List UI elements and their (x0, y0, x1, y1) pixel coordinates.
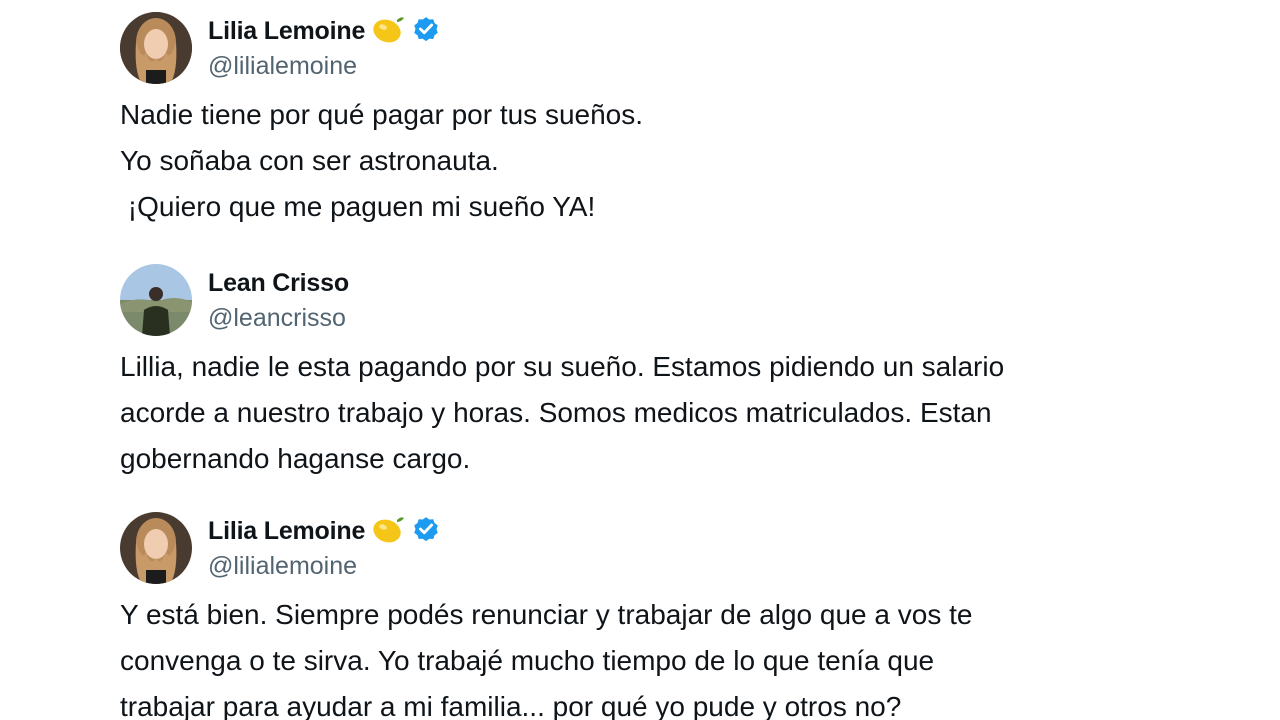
lemon-icon (371, 14, 405, 48)
tweet[interactable]: Lilia Lemoine (120, 510, 1180, 720)
tweet[interactable]: Lean Crisso @leancrisso Lillia, nadie le… (120, 262, 1180, 482)
verified-badge-icon (411, 14, 441, 48)
tweet-text: Nadie tiene por qué pagar por tus sueños… (120, 92, 1180, 230)
tweet-line: trabajar para ayudar a mi familia... por… (120, 691, 902, 720)
handle[interactable]: @lilialemoine (208, 549, 441, 583)
handle[interactable]: @leancrisso (208, 301, 349, 335)
tweet-line: Yo soñaba con ser astronauta. (120, 145, 499, 176)
tweet[interactable]: Lilia Lemoine (120, 10, 1180, 230)
tweet-header: Lilia Lemoine @lilialemoine (120, 10, 1180, 86)
tweet-line: convenga o te sirva. Yo trabajé mucho ti… (120, 645, 935, 676)
tweet-line: gobernando haganse cargo. (120, 443, 471, 474)
lemon-icon (371, 514, 405, 548)
tweet-text: Lillia, nadie le esta pagando por su sue… (120, 344, 1180, 482)
handle[interactable]: @lilialemoine (208, 49, 441, 83)
display-name[interactable]: Lilia Lemoine (208, 17, 365, 46)
tweet-header: Lilia Lemoine @lilialemoine (120, 510, 1180, 586)
avatar[interactable] (120, 12, 192, 84)
verified-badge-icon (411, 514, 441, 548)
display-name[interactable]: Lilia Lemoine (208, 517, 365, 546)
display-name[interactable]: Lean Crisso (208, 269, 349, 298)
avatar[interactable] (120, 264, 192, 336)
tweet-line: ¡Quiero que me paguen mi sueño YA! (120, 191, 596, 222)
tweet-line: acorde a nuestro trabajo y horas. Somos … (120, 397, 992, 428)
tweet-text: Y está bien. Siempre podés renunciar y t… (120, 592, 1180, 720)
tweet-line: Y está bien. Siempre podés renunciar y t… (120, 599, 973, 630)
tweet-line: Nadie tiene por qué pagar por tus sueños… (120, 99, 644, 130)
tweet-line: Lillia, nadie le esta pagando por su sue… (120, 351, 1005, 382)
tweet-header: Lean Crisso @leancrisso (120, 262, 1180, 338)
tweet-thread: Lilia Lemoine @lilialemoine Nadie tiene … (0, 0, 1280, 720)
avatar[interactable] (120, 512, 192, 584)
